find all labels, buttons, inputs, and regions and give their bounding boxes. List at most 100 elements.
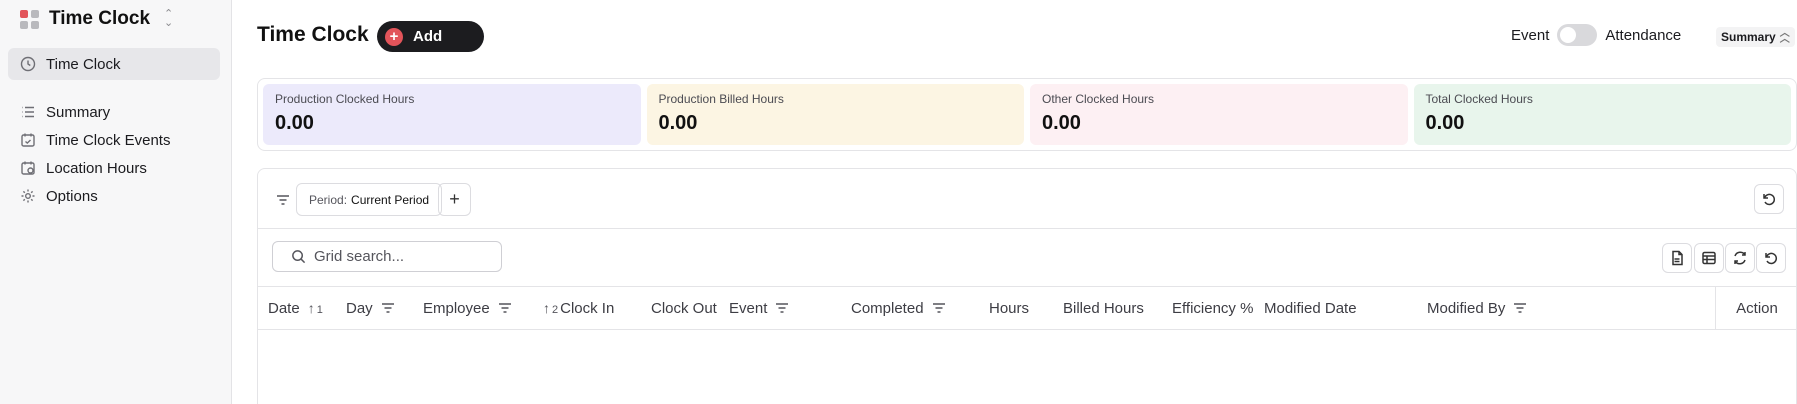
- sidebar-item-options[interactable]: Options: [8, 180, 220, 212]
- filter-icon[interactable]: [381, 301, 395, 315]
- sort-asc-icon: ↑ 1: [307, 300, 323, 316]
- file-csv-icon: [1672, 250, 1683, 266]
- add-button[interactable]: + Add: [377, 21, 484, 52]
- undo-icon: [1765, 252, 1778, 265]
- apps-grid-icon: [20, 9, 39, 29]
- column-header-hours[interactable]: Hours: [989, 287, 1029, 329]
- stat-card-other-clocked: Other Clocked Hours 0.00: [1030, 84, 1408, 145]
- filter-icon[interactable]: [498, 301, 512, 315]
- column-label: Billed Hours: [1063, 299, 1144, 317]
- column-header-modified-by[interactable]: Modified By: [1427, 287, 1527, 329]
- filter-chip-value: Current Period: [351, 192, 430, 207]
- stats-panel: Production Clocked Hours 0.00 Production…: [257, 78, 1797, 151]
- sidebar-item-location-hours[interactable]: Location Hours: [8, 156, 220, 180]
- sidebar-item-label: Location Hours: [46, 159, 147, 177]
- sidebar: Time Clock ⌃ ⌄ Time Clock Summary Time Cl…: [0, 0, 232, 404]
- column-label: Completed: [851, 299, 924, 317]
- grid-card: Period: Current Period + Grid search...: [257, 168, 1797, 404]
- stat-value: 0.00: [1042, 112, 1081, 134]
- clock-icon: [20, 56, 36, 72]
- event-attendance-toggle[interactable]: [1557, 24, 1598, 46]
- plus-circle-icon: +: [385, 27, 403, 46]
- filter-icon[interactable]: [1513, 301, 1527, 315]
- app-switcher[interactable]: Time Clock ⌃ ⌄: [20, 8, 173, 30]
- stat-label: Production Billed Hours: [658, 92, 784, 106]
- add-filter-button[interactable]: +: [438, 183, 471, 216]
- event-attendance-toggle-group: Event Attendance: [1511, 24, 1681, 46]
- column-label: Date: [268, 299, 300, 317]
- sidebar-item-summary[interactable]: Summary: [8, 100, 220, 124]
- summary-collapse-button[interactable]: Summary ︿ ︿: [1716, 27, 1795, 47]
- column-header-modified-date[interactable]: Modified Date: [1264, 287, 1357, 329]
- stat-card-production-billed: Production Billed Hours 0.00: [646, 84, 1024, 145]
- chevrons-up-icon: ︿ ︿: [1779, 28, 1790, 45]
- export-csv-button[interactable]: [1662, 243, 1692, 273]
- chevron-updown-icon: ⌃ ⌄: [164, 8, 174, 29]
- column-label: Employee: [423, 299, 490, 317]
- grid-search-input[interactable]: Grid search...: [272, 241, 502, 272]
- sidebar-item-time-clock[interactable]: Time Clock: [8, 48, 220, 80]
- filter-chip-key: Period:: [309, 192, 348, 207]
- column-header-clock-in[interactable]: ↑ 2 Clock In: [543, 287, 614, 329]
- column-label: Clock Out: [651, 299, 717, 317]
- period-filter-chip[interactable]: Period: Current Period: [296, 183, 443, 216]
- filter-icon[interactable]: [775, 301, 789, 315]
- column-label: Day: [346, 299, 373, 317]
- toggle-label-attendance: Attendance: [1605, 26, 1682, 44]
- refresh-button[interactable]: [1725, 243, 1755, 273]
- calendar-clock-icon: [21, 161, 35, 175]
- column-header-day[interactable]: Day: [346, 287, 395, 329]
- columns-list-icon: [1702, 251, 1716, 265]
- toggle-label-event: Event: [1511, 26, 1550, 44]
- column-header-clock-out[interactable]: Clock Out: [651, 287, 717, 329]
- sort-order: 1: [316, 304, 323, 316]
- stat-label: Other Clocked Hours: [1042, 92, 1155, 106]
- calendar-check-icon: [21, 133, 35, 147]
- column-header-date[interactable]: Date ↑ 1: [268, 287, 323, 329]
- stat-label: Total Clocked Hours: [1425, 92, 1533, 106]
- column-header-efficiency[interactable]: Efficiency %: [1172, 287, 1253, 329]
- column-label: Clock In: [560, 299, 615, 317]
- column-header-completed[interactable]: Completed: [851, 287, 946, 329]
- summary-button-label: Summary: [1721, 30, 1776, 44]
- stat-card-total-clocked: Total Clocked Hours 0.00: [1413, 84, 1791, 145]
- column-header-employee[interactable]: Employee: [423, 287, 512, 329]
- gear-icon: [21, 189, 35, 203]
- column-label: Modified Date: [1264, 299, 1357, 317]
- column-label: Hours: [989, 299, 1030, 317]
- page-title: Time Clock: [257, 23, 369, 46]
- stat-card-production-clocked: Production Clocked Hours 0.00: [263, 84, 641, 145]
- stat-value: 0.00: [275, 112, 314, 134]
- reset-filters-button[interactable]: [1754, 184, 1784, 214]
- column-label: Event: [729, 299, 768, 317]
- column-header-action: Action: [1715, 287, 1796, 329]
- sidebar-item-label: Options: [46, 187, 98, 205]
- stat-value: 0.00: [1425, 112, 1465, 134]
- add-button-label: Add: [413, 28, 443, 45]
- sidebar-nav: Time Clock Summary Time Clock Events Loc…: [8, 48, 220, 212]
- refresh-icon: [1734, 251, 1746, 265]
- sort-order: 2: [552, 304, 559, 316]
- filter-icon[interactable]: [276, 193, 290, 207]
- column-header-event[interactable]: Event: [729, 287, 789, 329]
- sidebar-item-label: Summary: [46, 103, 111, 121]
- sidebar-item-label: Time Clock: [46, 55, 121, 73]
- sidebar-item-time-clock-events[interactable]: Time Clock Events: [8, 124, 220, 156]
- search-placeholder: Grid search...: [314, 248, 405, 265]
- sort-asc-icon: ↑ 2: [543, 300, 559, 316]
- reset-grid-button[interactable]: [1756, 243, 1786, 273]
- filter-bar: Period: Current Period +: [258, 169, 1796, 229]
- app-title: Time Clock: [49, 8, 151, 29]
- sidebar-item-label: Time Clock Events: [46, 131, 171, 149]
- plus-icon: +: [449, 189, 460, 209]
- column-chooser-button[interactable]: [1694, 243, 1724, 273]
- column-label: Efficiency %: [1172, 299, 1254, 317]
- column-label: Modified By: [1427, 299, 1506, 317]
- column-label: Action: [1736, 299, 1778, 317]
- main-content: Time Clock + Add Event Attendance Summar…: [233, 0, 1797, 404]
- table-header: Date ↑ 1 Day Employee ↑ 2 Clock In Clock O…: [258, 286, 1796, 330]
- search-icon: [292, 250, 306, 264]
- undo-icon: [1763, 193, 1776, 206]
- filter-icon[interactable]: [932, 301, 946, 315]
- column-header-billed-hours[interactable]: Billed Hours: [1063, 287, 1144, 329]
